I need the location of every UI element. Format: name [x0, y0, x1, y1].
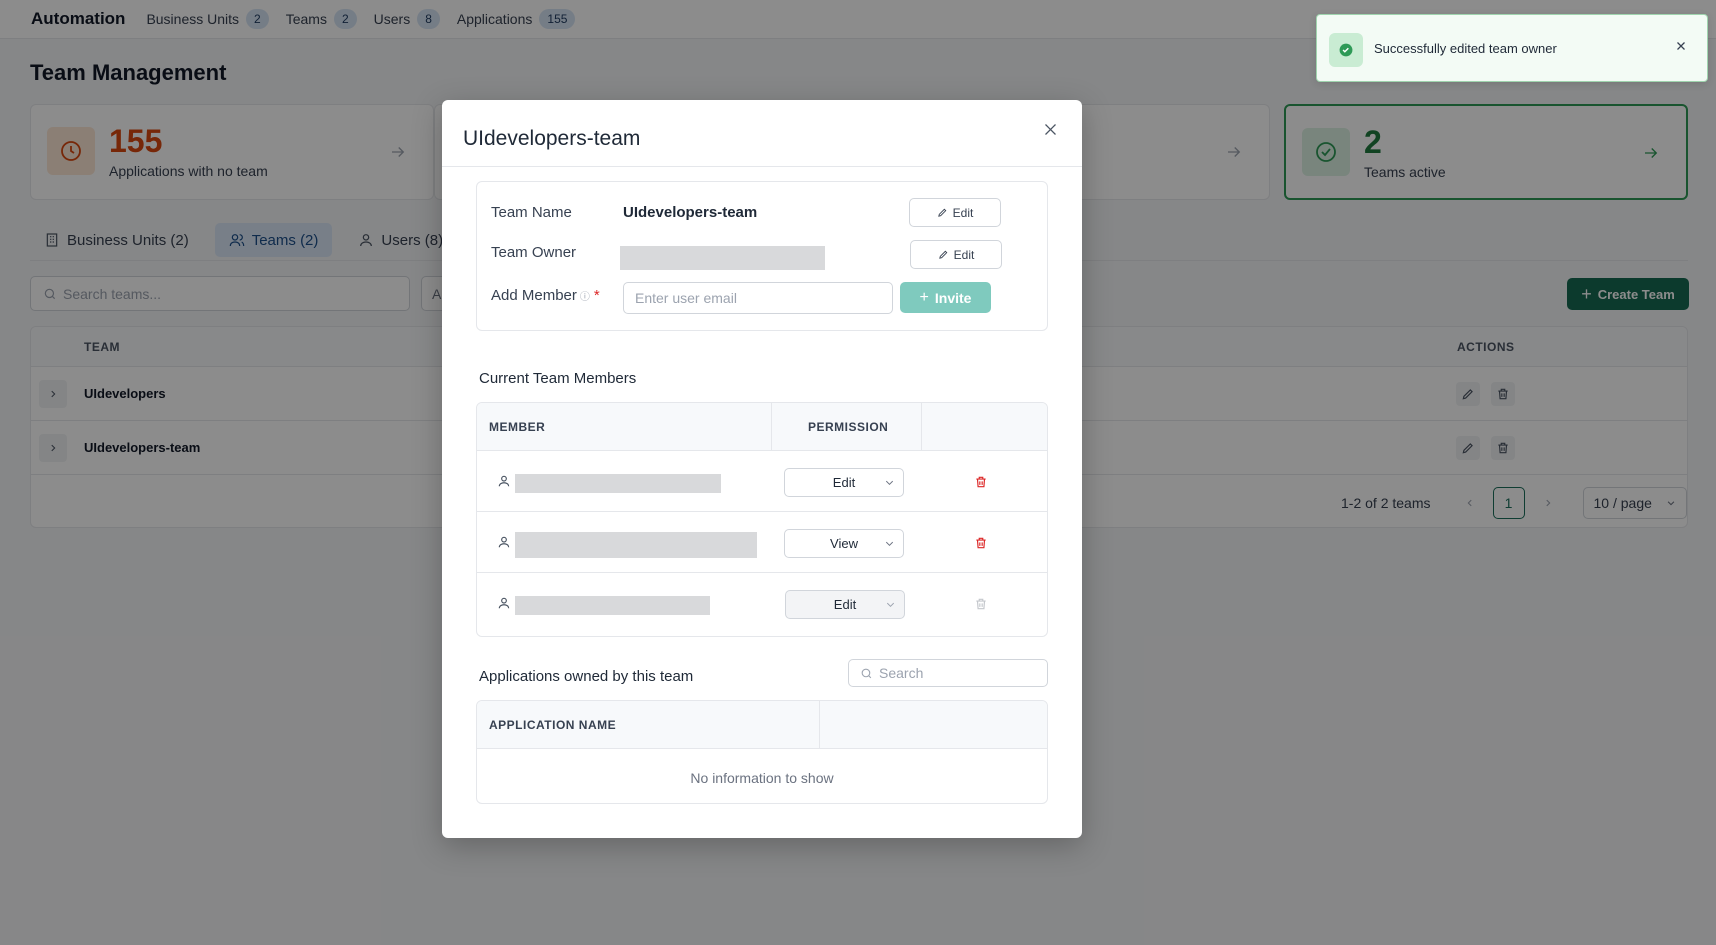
toast-message: Successfully edited team owner [1374, 41, 1557, 56]
remove-member-button[interactable] [974, 536, 988, 555]
team-info-card: Team Name UIdevelopers-team Edit Team Ow… [476, 181, 1048, 331]
empty-state: No information to show [690, 770, 834, 786]
member-row: Edit [477, 451, 1047, 512]
team-owner-label: Team Owner [491, 244, 577, 261]
user-icon [497, 534, 511, 555]
add-member-text: Add Member [491, 287, 577, 304]
trash-icon [976, 476, 986, 488]
pencil-icon [938, 250, 948, 259]
member-email-input[interactable]: Enter user email [623, 282, 893, 314]
remove-member-button-disabled [974, 597, 988, 616]
permission-value: View [830, 536, 858, 551]
chevron-down-icon [886, 602, 895, 607]
column-separator [921, 403, 922, 451]
member-row: Edit [477, 573, 1047, 634]
required-mark: * [593, 287, 600, 304]
invite-button[interactable]: + Invite [900, 282, 991, 313]
member-row: View [477, 512, 1047, 573]
modal-divider [442, 166, 1082, 167]
team-owner-value [620, 246, 825, 270]
apps-section-title: Applications owned by this team [479, 668, 694, 685]
edit-label: Edit [952, 205, 974, 220]
trash-icon [976, 598, 986, 610]
toast-close-button[interactable] [1675, 39, 1687, 57]
apps-search-input[interactable]: Search [848, 659, 1048, 687]
trash-icon [976, 537, 986, 549]
chevron-down-icon [885, 541, 894, 546]
members-section-title: Current Team Members [479, 370, 637, 387]
column-separator [819, 701, 820, 749]
search-icon [861, 668, 872, 678]
apps-table: APPLICATION NAME No information to show [476, 700, 1048, 804]
modal-title: UIdevelopers-team [463, 127, 641, 150]
add-member-label: Add Member ⓘ * [491, 287, 600, 304]
remove-member-button[interactable] [974, 475, 988, 494]
members-table-header: MEMBER PERMISSION [477, 403, 1047, 451]
check-circle-icon [1329, 33, 1363, 67]
column-separator [771, 403, 772, 451]
user-icon [497, 473, 511, 494]
members-table: MEMBER PERMISSION Edit View Edit [476, 402, 1048, 637]
permission-value: Edit [832, 475, 856, 490]
permission-select[interactable]: Edit [785, 590, 905, 619]
column-permission: PERMISSION [808, 420, 889, 434]
user-icon [497, 595, 511, 616]
email-placeholder: Enter user email [635, 290, 737, 306]
edit-team-owner-button[interactable]: Edit [910, 240, 1002, 269]
column-member: MEMBER [489, 420, 546, 434]
apps-table-header: APPLICATION NAME [477, 701, 1047, 749]
member-name [515, 532, 757, 558]
team-name-value: UIdevelopers-team [623, 204, 758, 221]
column-application-name: APPLICATION NAME [489, 718, 617, 732]
permission-select[interactable]: Edit [784, 468, 904, 497]
invite-label: Invite [934, 289, 972, 306]
success-toast: Successfully edited team owner [1316, 14, 1708, 82]
permission-select[interactable]: View [784, 529, 904, 558]
edit-label: Edit [953, 247, 975, 262]
edit-team-name-button[interactable]: Edit [909, 198, 1001, 227]
member-name [515, 474, 721, 493]
close-icon [1044, 123, 1056, 135]
team-modal: UIdevelopers-team Team Name UIdevelopers… [442, 100, 1082, 838]
apps-search-placeholder: Search [879, 665, 924, 681]
close-icon [1677, 42, 1685, 50]
plus-icon: + [919, 288, 929, 306]
modal-close-button[interactable] [1038, 117, 1062, 141]
pencil-icon [937, 208, 947, 217]
member-name [515, 596, 710, 615]
info-icon: ⓘ [579, 292, 590, 303]
permission-value: Edit [833, 597, 857, 612]
team-name-label: Team Name [491, 204, 572, 221]
chevron-down-icon [885, 480, 894, 485]
